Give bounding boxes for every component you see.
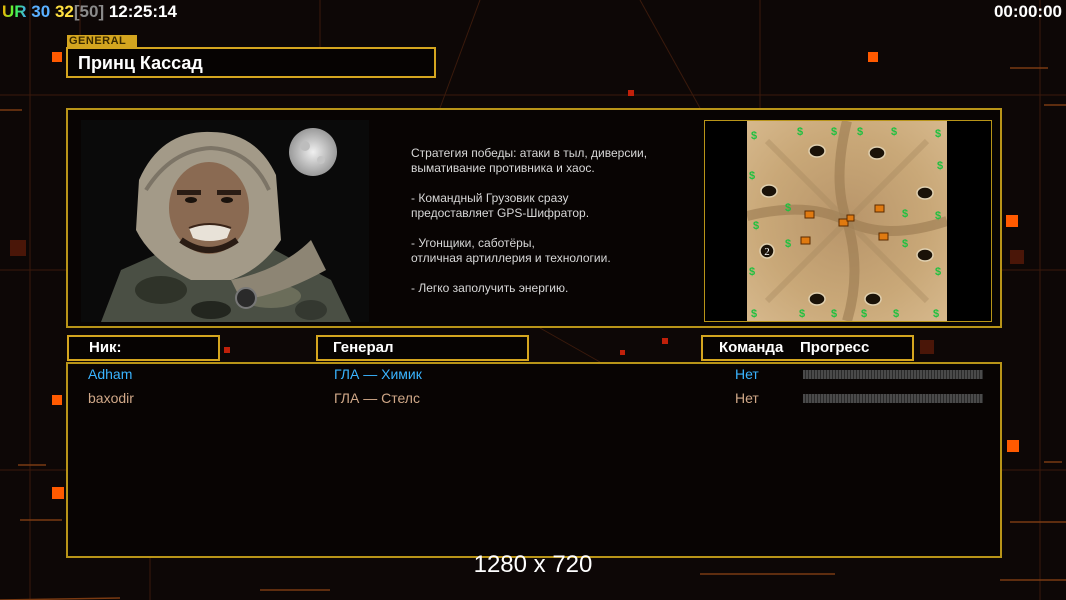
player-nick: baxodir xyxy=(88,390,134,406)
hud-value-a: 30 xyxy=(31,2,51,21)
hud-value-b: 32 xyxy=(54,2,74,21)
player-general: ГЛА — Стелс xyxy=(334,390,420,406)
description-line: Стратегия победы: атаки в тыл, диверсии,… xyxy=(411,146,648,175)
svg-text:$: $ xyxy=(933,308,939,320)
column-header-general: Генерал xyxy=(316,335,529,361)
svg-text:$: $ xyxy=(893,308,899,320)
resolution-label: 1280 x 720 xyxy=(473,551,593,578)
svg-text:$: $ xyxy=(902,208,908,220)
players-panel: Adham ГЛА — Химик Нет baxodir ГЛА — Стел… xyxy=(66,362,1002,558)
player-progress-bar xyxy=(803,394,983,403)
map-thumbnail: 2 $ $ $ $ $ $ $ $ $ $ $ $ $ $ $ $ $ $ $ $ $ $ xyxy=(747,121,947,321)
progress-header-label: Прогресс xyxy=(800,339,870,356)
strategy-description: Стратегия победы: атаки в тыл, диверсии,… xyxy=(411,146,711,311)
column-header-team-progress: Команда Прогресс xyxy=(701,335,914,361)
player-progress-bar xyxy=(803,370,983,379)
svg-text:$: $ xyxy=(797,126,803,138)
general-portrait xyxy=(81,120,369,322)
svg-text:$: $ xyxy=(749,170,755,182)
svg-text:$: $ xyxy=(785,238,791,250)
game-timer: 00:00:00 xyxy=(993,2,1062,21)
general-header-label: Генерал xyxy=(333,339,394,356)
general-name: Принц Кассад xyxy=(78,53,203,73)
map-preview: 2 $ $ $ $ $ $ $ $ $ $ $ $ $ $ $ $ $ $ $ $ $ $ xyxy=(704,120,992,322)
svg-text:$: $ xyxy=(891,126,897,138)
svg-text:$: $ xyxy=(937,160,943,172)
svg-text:$: $ xyxy=(753,220,759,232)
player-nick: Adham xyxy=(88,366,133,382)
svg-text:$: $ xyxy=(935,266,941,278)
player-row: baxodir ГЛА — Стелс Нет xyxy=(68,390,1000,412)
svg-text:$: $ xyxy=(751,308,757,320)
player-general: ГЛА — Химик xyxy=(334,366,422,382)
description-line: - Командный Грузовик сразу предоставляет… xyxy=(411,191,590,220)
description-line: - Угонщики, саботёры, отличная артиллери… xyxy=(411,236,611,265)
svg-text:$: $ xyxy=(785,202,791,214)
svg-text:$: $ xyxy=(799,308,805,320)
svg-text:$: $ xyxy=(861,308,867,320)
svg-text:$: $ xyxy=(935,128,941,140)
general-info-panel: Стратегия победы: атаки в тыл, диверсии,… xyxy=(66,108,1002,328)
hud-clock: 12:25:14 xyxy=(108,2,177,21)
column-header-nick: Ник: xyxy=(67,335,220,361)
player-ready-status: Нет xyxy=(735,366,759,382)
svg-text:$: $ xyxy=(831,308,837,320)
hud-prefix: UR xyxy=(2,2,27,21)
svg-text:$: $ xyxy=(749,266,755,278)
status-hud: UR 30 32[50] 12:25:14 xyxy=(2,2,177,22)
svg-text:$: $ xyxy=(751,130,757,142)
nick-header-label: Ник: xyxy=(89,339,122,356)
svg-text:$: $ xyxy=(857,126,863,138)
hud-bracket-value: [50] xyxy=(73,2,105,21)
description-line: - Легко заполучить энергию. xyxy=(411,281,569,295)
svg-text:$: $ xyxy=(935,210,941,222)
player-ready-status: Нет xyxy=(735,390,759,406)
player-row: Adham ГЛА — Химик Нет xyxy=(68,366,1000,388)
map-player-marker: 2 xyxy=(764,246,770,258)
team-header-label: Команда xyxy=(719,339,784,356)
general-title-box: Принц Кассад xyxy=(66,47,436,78)
svg-text:$: $ xyxy=(831,126,837,138)
svg-text:$: $ xyxy=(902,238,908,250)
